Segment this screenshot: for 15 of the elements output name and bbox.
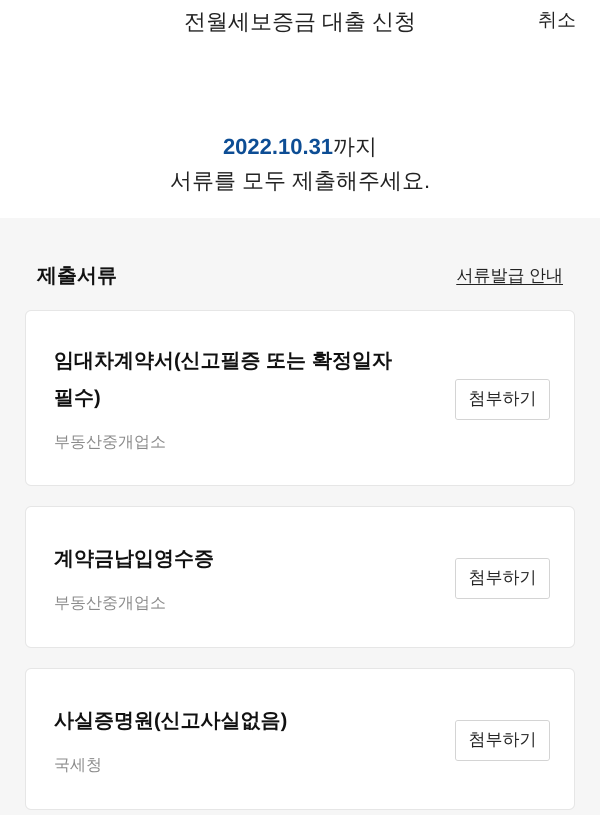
document-issuer: 부동산중개업소 bbox=[54, 433, 167, 453]
attach-button[interactable]: 첨부하기 bbox=[455, 378, 550, 420]
document-issuer: 국세청 bbox=[54, 756, 103, 776]
page-title: 전월세보증금 대출 신청 bbox=[184, 8, 416, 36]
deadline-text: 2022.10.31까지 bbox=[222, 133, 378, 161]
section-title: 제출서류 bbox=[37, 264, 117, 289]
attach-button[interactable]: 첨부하기 bbox=[455, 558, 550, 598]
document-guide-link[interactable]: 서류발급 안내 bbox=[456, 263, 563, 289]
instruction-text: 서류를 모두 제출해주세요. bbox=[170, 167, 430, 195]
attach-button[interactable]: 첨부하기 bbox=[455, 720, 550, 760]
document-title: 사실증명원(신고사실없음) bbox=[54, 708, 288, 734]
document-issuer: 부동산중개업소 bbox=[54, 594, 167, 614]
document-title: 계약금납입영수증 bbox=[54, 546, 215, 572]
document-title: 임대차계약서(신고필증 또는 확정일자 필수) bbox=[54, 349, 393, 411]
cancel-button[interactable]: 취소 bbox=[538, 6, 576, 36]
